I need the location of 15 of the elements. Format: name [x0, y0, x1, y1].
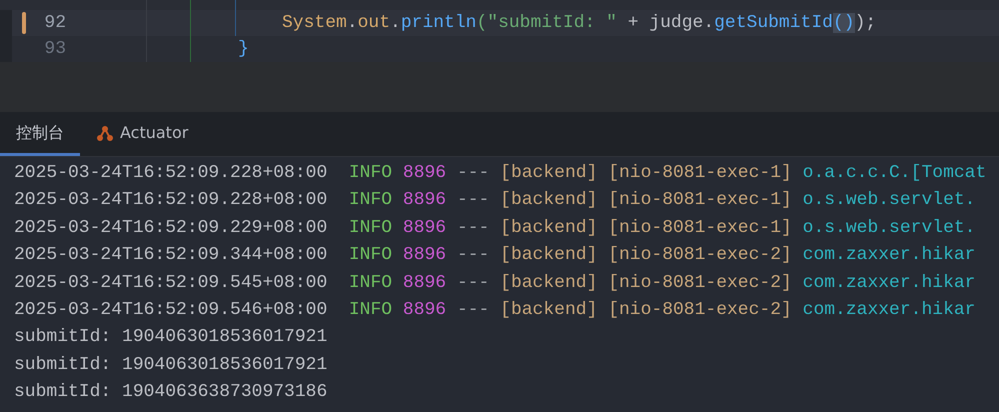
code-line: } [238, 38, 249, 58]
log-line: 2025-03-24T16:52:09.546+08:00 INFO 8896 --- [backend] [nio-8081-exec-2] com.zaxxer.hikar [14, 300, 976, 320]
line-number: 93 [43, 38, 66, 60]
line-number: 92 [43, 12, 66, 34]
log-line: 2025-03-24T16:52:09.344+08:00 INFO 8896 --- [backend] [nio-8081-exec-2] com.zaxxer.hikar [14, 245, 976, 266]
tool-tab[interactable]: 控制台 [0, 112, 80, 156]
log-line: submitId: 1904063018536017921 [14, 354, 328, 375]
log-line: 2025-03-24T16:52:09.545+08:00 INFO 8896 --- [backend] [nio-8081-exec-2] com.zaxxer.hikar [14, 272, 976, 293]
code-line: System.out.println("submitId: " + judge.getSubmitId()); [282, 12, 876, 32]
tool-tab[interactable]: Actuator [80, 112, 204, 156]
log-line: submitId: 1904063638730973186 [14, 382, 328, 402]
log-line: submitId: 1904063018536017921 [14, 327, 328, 348]
log-line: 2025-03-24T16:52:09.228+08:00 INFO 8896 --- [backend] [nio-8081-exec-1] o.a.c.c.C.[Tomcat [14, 163, 986, 183]
log-line: 2025-03-24T16:52:09.228+08:00 INFO 8896 --- [backend] [nio-8081-exec-1] o.s.web.servlet. [14, 190, 976, 210]
log-line: 2025-03-24T16:52:09.229+08:00 INFO 8896 --- [backend] [nio-8081-exec-1] o.s.web.servlet. [14, 218, 976, 238]
